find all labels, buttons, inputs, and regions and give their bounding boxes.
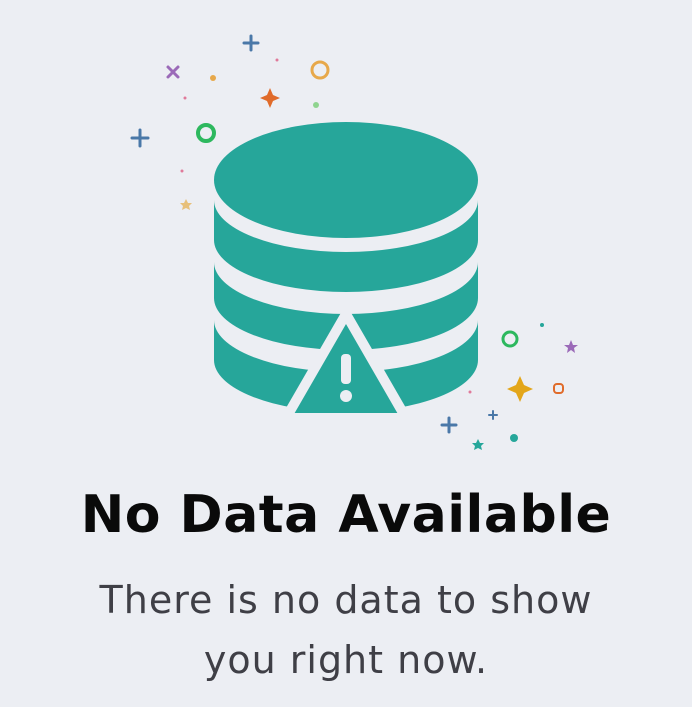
dot-icon (210, 75, 216, 81)
ring-icon (196, 123, 216, 143)
star-icon (472, 439, 484, 450)
database-warning-icon (214, 122, 478, 423)
dot-icon (510, 434, 518, 442)
empty-state-illustration (130, 34, 578, 450)
plus-icon (242, 34, 260, 52)
dot-icon (275, 58, 279, 62)
empty-state-title: No Data Available (80, 485, 612, 545)
plus-icon (130, 128, 150, 148)
star-icon (507, 376, 533, 402)
star-icon (564, 340, 578, 353)
cross-icon (166, 65, 180, 79)
dot-icon (313, 102, 319, 108)
plus-icon (440, 416, 458, 434)
plus-icon (488, 410, 498, 420)
dot-icon (468, 390, 472, 394)
empty-state: No Data Available There is no data to sh… (0, 0, 692, 707)
ring-icon (310, 60, 330, 80)
ring-icon (501, 330, 519, 348)
dot-icon (183, 96, 187, 100)
ring-icon (553, 383, 564, 394)
dot-icon (540, 323, 544, 327)
star-icon (180, 199, 192, 210)
dot-icon (180, 169, 184, 173)
star-icon (260, 88, 280, 108)
empty-state-message: There is no data to show you right now. (99, 578, 593, 682)
